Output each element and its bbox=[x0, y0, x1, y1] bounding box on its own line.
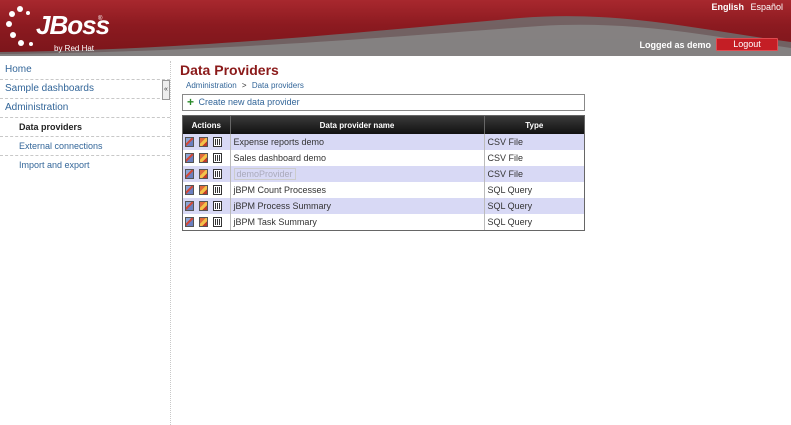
table-row: jBPM Count Processes SQL Query bbox=[183, 182, 584, 198]
column-header-name[interactable]: Data provider name bbox=[230, 116, 485, 134]
logout-button[interactable]: Logout bbox=[716, 38, 778, 51]
provider-name-cell: demoProvider bbox=[230, 166, 485, 182]
column-header-type[interactable]: Type bbox=[484, 116, 584, 134]
table-row: Expense reports demo CSV File bbox=[183, 134, 584, 150]
sidebar-item-home[interactable]: Home bbox=[0, 61, 170, 80]
copy-icon[interactable] bbox=[199, 169, 208, 180]
provider-name[interactable]: jBPM Task Summary bbox=[230, 214, 485, 230]
table-row: demoProvider CSV File bbox=[183, 166, 584, 182]
logo-text: JBoss bbox=[36, 10, 110, 40]
breadcrumb-administration[interactable]: Administration bbox=[186, 81, 237, 90]
sidebar-item-data-providers[interactable]: Data providers bbox=[0, 118, 170, 137]
delete-icon[interactable] bbox=[213, 169, 222, 180]
edit-icon[interactable] bbox=[185, 153, 194, 164]
jboss-logo[interactable]: JBoss ® by Red Hat bbox=[6, 4, 110, 53]
logged-user: Logged as demo bbox=[639, 40, 711, 50]
language-selector: English Español bbox=[707, 2, 783, 12]
breadcrumb: Administration > Data providers bbox=[186, 80, 780, 91]
create-data-provider-button[interactable]: + Create new data provider bbox=[182, 94, 585, 111]
copy-icon[interactable] bbox=[199, 201, 208, 212]
create-data-provider-label: Create new data provider bbox=[198, 97, 300, 107]
edit-icon[interactable] bbox=[185, 201, 194, 212]
edit-icon[interactable] bbox=[185, 169, 194, 180]
row-actions bbox=[183, 182, 231, 198]
table-row: jBPM Task Summary SQL Query bbox=[183, 214, 584, 230]
provider-type: SQL Query bbox=[487, 217, 533, 227]
sidebar-item-import-export[interactable]: Import and export bbox=[0, 156, 170, 175]
provider-name[interactable]: Sales dashboard demo bbox=[230, 150, 485, 166]
provider-type: SQL Query bbox=[484, 198, 584, 214]
delete-icon[interactable] bbox=[213, 201, 222, 212]
copy-icon[interactable] bbox=[199, 217, 208, 228]
provider-type: CSV File bbox=[487, 153, 524, 163]
plus-icon: + bbox=[187, 95, 195, 109]
row-actions bbox=[183, 198, 231, 214]
data-providers-table: Actions Data provider name Type Expense … bbox=[182, 115, 585, 231]
row-actions bbox=[183, 166, 231, 182]
column-header-actions: Actions bbox=[183, 116, 231, 134]
provider-name[interactable]: Expense reports demo bbox=[230, 134, 485, 150]
table-header-row: Actions Data provider name Type bbox=[183, 116, 584, 134]
header: JBoss ® by Red Hat English Español Logge… bbox=[0, 0, 791, 56]
logo-subtitle: by Red Hat bbox=[54, 44, 95, 53]
row-actions bbox=[183, 214, 231, 230]
lang-espanol[interactable]: Español bbox=[750, 2, 783, 12]
sidebar-item-sample-dashboards[interactable]: Sample dashboards bbox=[0, 80, 170, 99]
provider-type: SQL Query bbox=[487, 185, 533, 195]
copy-icon[interactable] bbox=[199, 137, 208, 148]
delete-icon[interactable] bbox=[213, 185, 222, 196]
delete-icon[interactable] bbox=[213, 217, 222, 228]
logo-dots-icon bbox=[6, 6, 33, 46]
provider-type: CSV File bbox=[484, 134, 584, 150]
row-actions bbox=[183, 134, 231, 150]
logo-registered-mark: ® bbox=[98, 16, 103, 22]
copy-icon[interactable] bbox=[199, 185, 208, 196]
copy-icon[interactable] bbox=[199, 153, 208, 164]
delete-icon[interactable] bbox=[213, 153, 222, 164]
page-title: Data Providers bbox=[180, 62, 279, 78]
provider-type: CSV File bbox=[484, 166, 584, 182]
breadcrumb-separator: > bbox=[241, 81, 247, 90]
edit-icon[interactable] bbox=[185, 185, 194, 196]
provider-name[interactable]: demoProvider bbox=[233, 168, 296, 180]
provider-name[interactable]: jBPM Count Processes bbox=[230, 182, 485, 198]
sidebar-collapse-toggle[interactable]: « bbox=[162, 80, 170, 100]
edit-icon[interactable] bbox=[185, 217, 194, 228]
sidebar-item-external-connections[interactable]: External connections bbox=[0, 137, 170, 156]
table-row: Sales dashboard demo CSV File bbox=[183, 150, 584, 166]
sidebar: Home Sample dashboards Administration Da… bbox=[0, 61, 171, 425]
breadcrumb-data-providers[interactable]: Data providers bbox=[252, 81, 304, 90]
table-row: jBPM Process Summary SQL Query bbox=[183, 198, 584, 214]
delete-icon[interactable] bbox=[213, 137, 222, 148]
edit-icon[interactable] bbox=[185, 137, 194, 148]
provider-name[interactable]: jBPM Process Summary bbox=[230, 198, 485, 214]
sidebar-item-administration[interactable]: Administration bbox=[0, 99, 170, 118]
lang-english[interactable]: English bbox=[711, 2, 744, 12]
row-actions bbox=[183, 150, 231, 166]
main-content: Data Providers Administration > Data pro… bbox=[180, 62, 780, 231]
